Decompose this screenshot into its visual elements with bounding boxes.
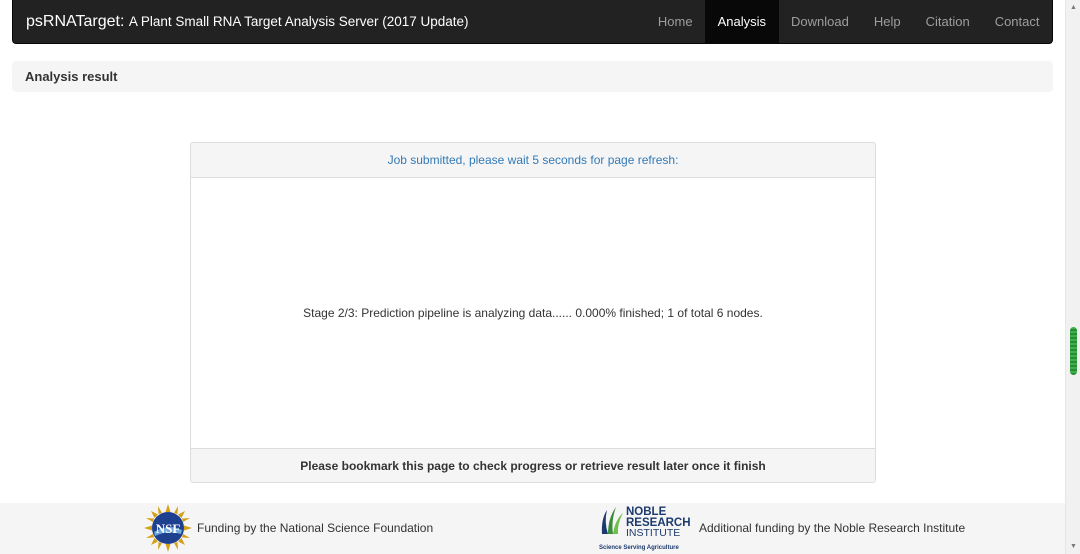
noble-tagline: Science Serving Agriculture: [599, 545, 679, 551]
noble-logo-line3: INSTITUTE: [626, 527, 680, 539]
top-navbar: psRNATarget: A Plant Small RNA Target An…: [12, 0, 1053, 44]
nav-menu: Home Analysis Download Help Citation Con…: [645, 0, 1052, 43]
page-footer: NSF Funding by the National Science Foun…: [0, 503, 1065, 554]
progress-status-text: Stage 2/3: Prediction pipeline is analyz…: [303, 306, 763, 320]
scrollbar-thumb[interactable]: [1070, 327, 1077, 375]
nsf-logo-icon[interactable]: NSF: [143, 503, 193, 553]
nav-item-contact[interactable]: Contact: [982, 0, 1052, 43]
nav-item-help[interactable]: Help: [861, 0, 913, 43]
brand-subtitle: A Plant Small RNA Target Analysis Server…: [128, 13, 469, 29]
nsf-funding-text: Funding by the National Science Foundati…: [197, 521, 434, 535]
job-progress-status: Stage 2/3: Prediction pipeline is analyz…: [191, 178, 875, 448]
nav-item-analysis[interactable]: Analysis: [705, 0, 779, 43]
noble-funding-text: Additional funding by the Noble Research…: [699, 521, 966, 535]
job-submitted-message: Job submitted, please wait 5 seconds for…: [191, 143, 875, 178]
nav-item-download[interactable]: Download: [779, 0, 862, 43]
chevron-up-icon[interactable]: ▲: [1066, 1, 1080, 13]
page-viewport: psRNATarget: A Plant Small RNA Target An…: [0, 0, 1065, 554]
nav-item-citation[interactable]: Citation: [913, 0, 982, 43]
nav-item-home[interactable]: Home: [645, 0, 705, 43]
bookmark-notice: Please bookmark this page to check progr…: [191, 448, 875, 482]
analysis-result-header: Analysis result: [12, 61, 1053, 92]
brand-name: psRNATarget:: [26, 12, 125, 30]
site-brand[interactable]: psRNATarget: A Plant Small RNA Target An…: [13, 13, 469, 31]
job-status-panel: Job submitted, please wait 5 seconds for…: [190, 142, 876, 483]
vertical-scrollbar[interactable]: ▲ ▼: [1065, 0, 1080, 554]
nsf-logo-text: NSF: [156, 521, 181, 536]
chevron-down-icon[interactable]: ▼: [1066, 540, 1080, 552]
